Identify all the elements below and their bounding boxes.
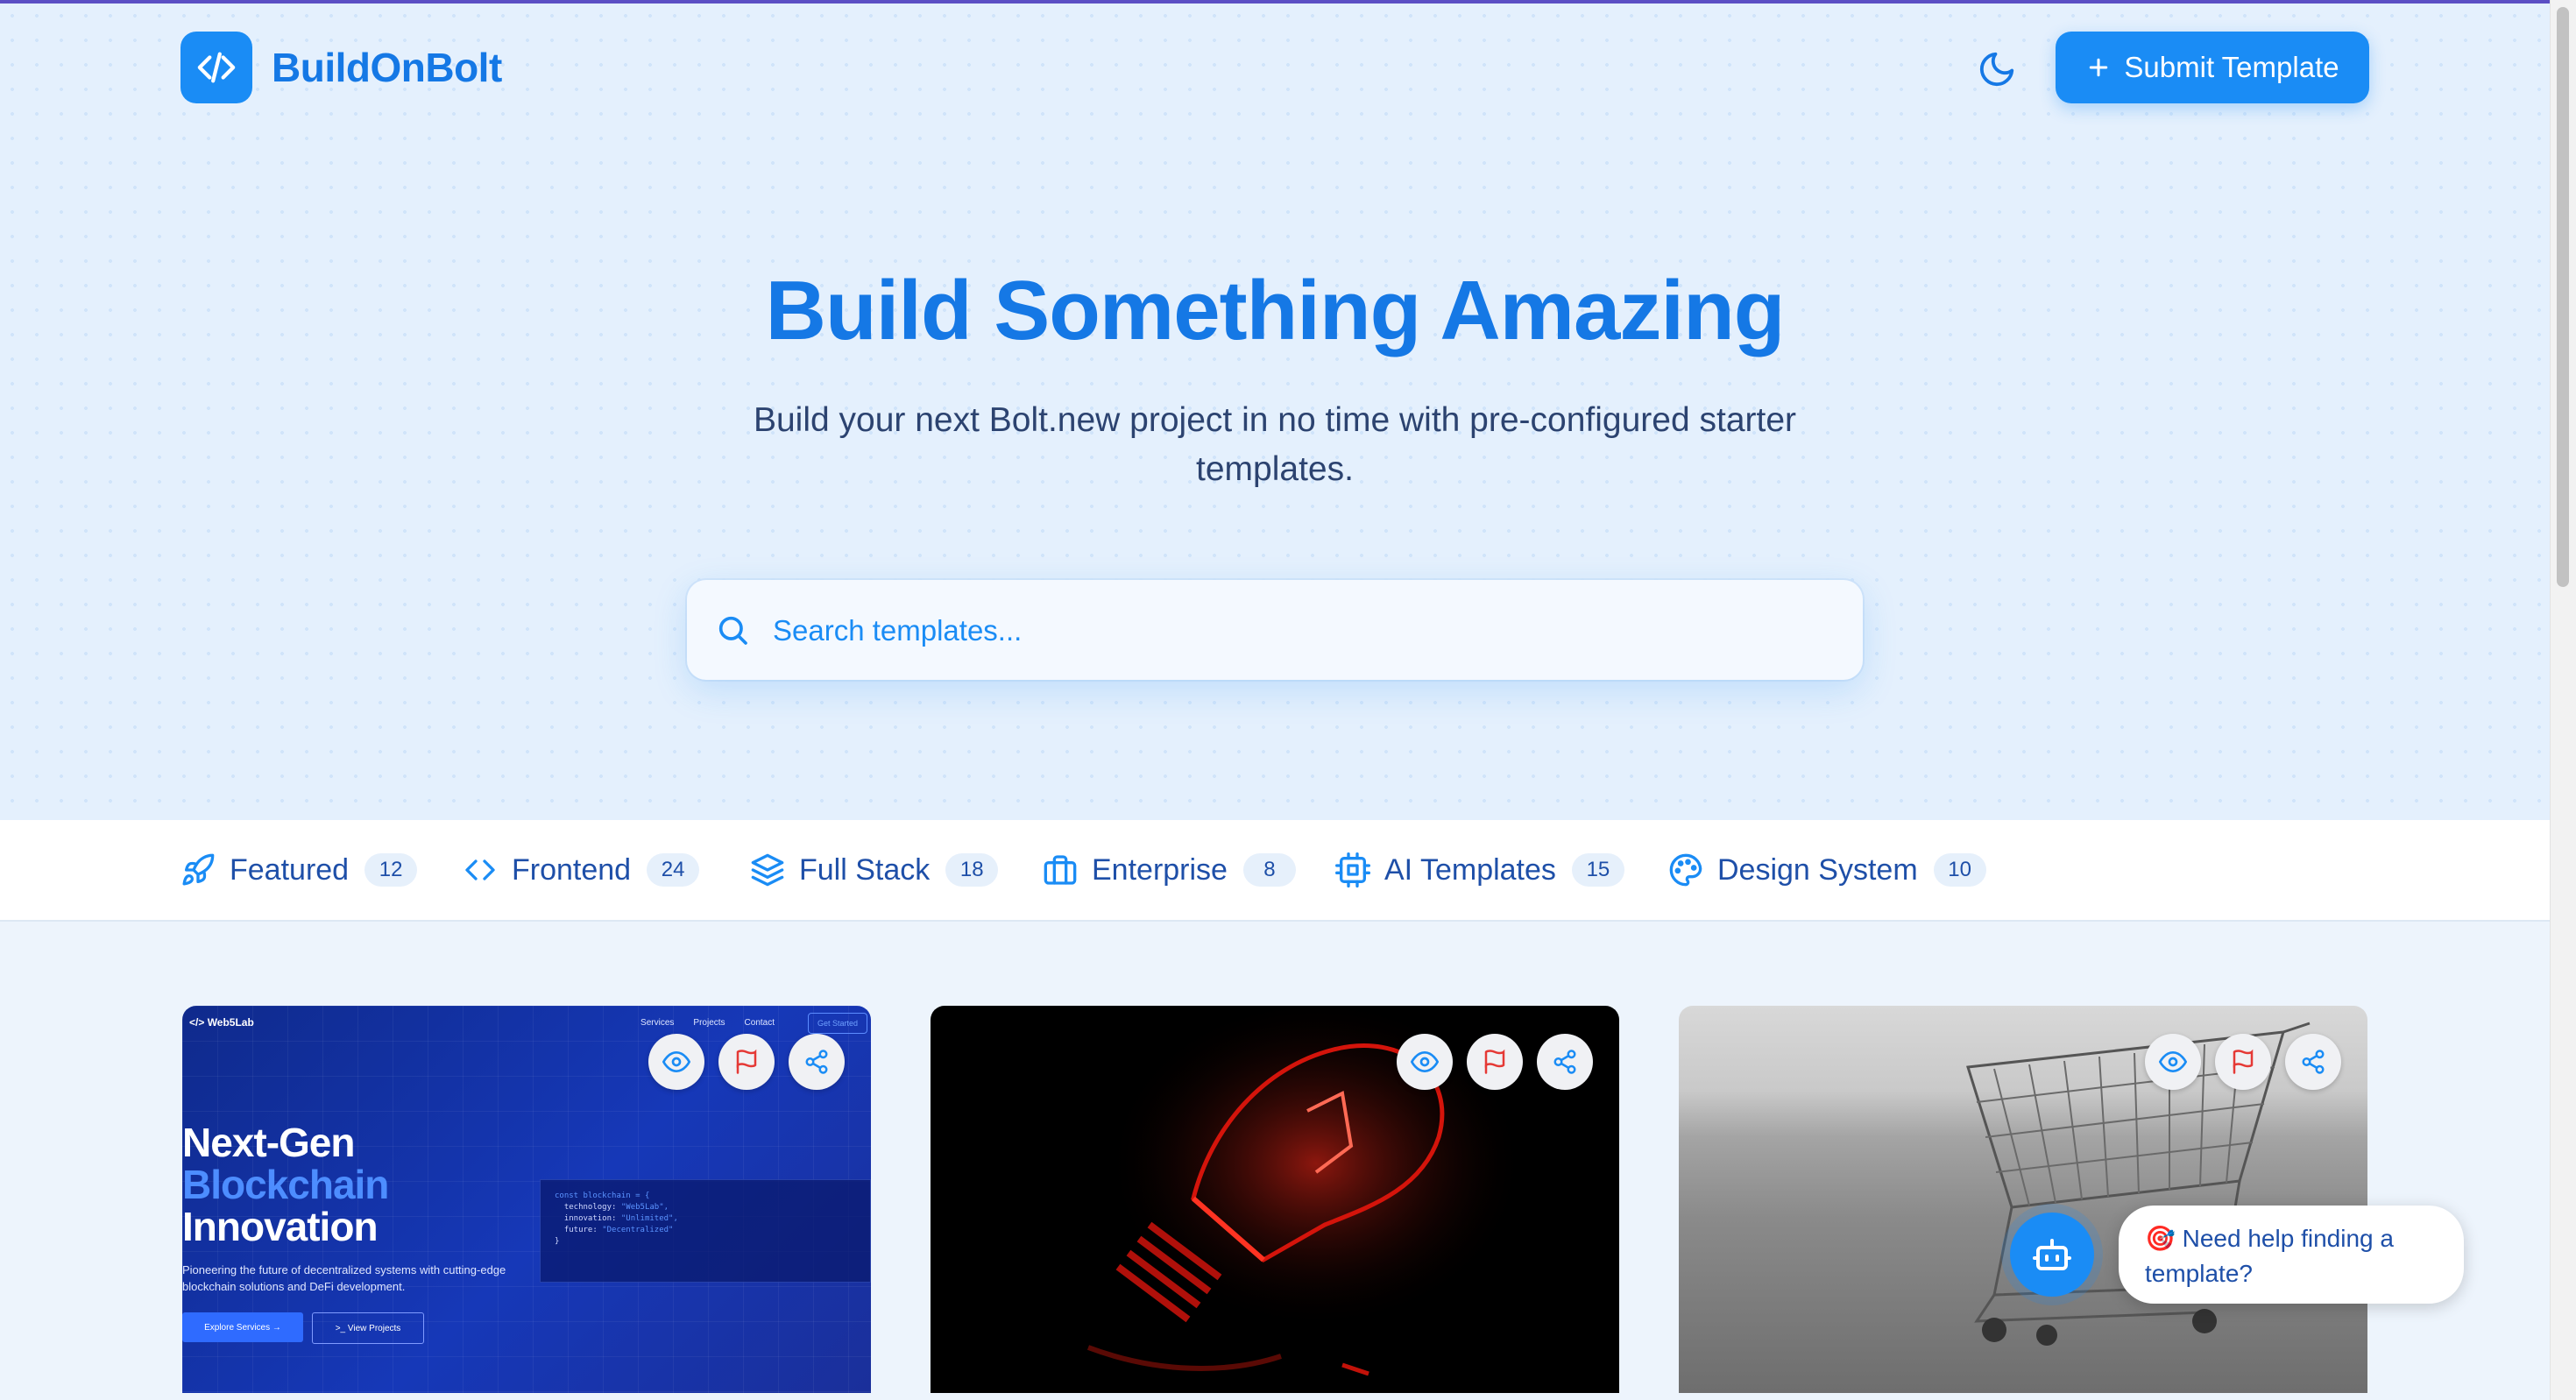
report-button[interactable] bbox=[1467, 1034, 1523, 1090]
preview-code-block: const blockchain = { technology: "Web5La… bbox=[540, 1179, 871, 1283]
card-actions bbox=[1397, 1034, 1593, 1090]
category-tab-featured[interactable]: Featured 12 bbox=[180, 850, 418, 890]
robot-icon bbox=[2033, 1239, 2071, 1270]
preview-nav-item: Services bbox=[640, 1018, 675, 1028]
rocket-icon bbox=[182, 853, 215, 886]
category-count-badge: 15 bbox=[1571, 853, 1624, 887]
share-button[interactable] bbox=[2285, 1034, 2341, 1090]
brand-name[interactable]: BuildOnBolt bbox=[272, 44, 502, 91]
preview-button[interactable] bbox=[648, 1034, 704, 1090]
share-icon bbox=[805, 1050, 828, 1074]
category-label: AI Templates bbox=[1384, 852, 1556, 887]
template-card[interactable] bbox=[1679, 1006, 2367, 1393]
preview-cta: Get Started bbox=[807, 1013, 867, 1034]
hero-subtitle: Build your next Bolt.new project in no t… bbox=[753, 401, 1797, 488]
preview-logo: </> Web5Lab bbox=[189, 1016, 254, 1029]
preview-headline: Next-Gen Blockchain Innovation bbox=[182, 1120, 389, 1249]
share-button[interactable] bbox=[1537, 1034, 1593, 1090]
category-tab-design-system[interactable]: Design System 10 bbox=[1668, 850, 1986, 890]
category-tab-full-stack[interactable]: Full Stack 18 bbox=[750, 850, 999, 890]
assistant-prompt-text: 🎯 Need help finding a template? bbox=[2145, 1225, 2394, 1287]
report-button[interactable] bbox=[2215, 1034, 2271, 1090]
category-label: Full Stack bbox=[799, 852, 931, 887]
submit-template-label: Submit Template bbox=[2124, 51, 2339, 83]
template-card[interactable] bbox=[931, 1006, 1619, 1393]
preview-nav-item: Projects bbox=[693, 1018, 725, 1028]
theme-toggle-button[interactable] bbox=[1977, 49, 2017, 89]
category-bar: Featured 12 Frontend 24 Full Stack 18 En… bbox=[0, 820, 2550, 922]
flag-icon bbox=[2233, 1049, 2254, 1074]
moon-icon bbox=[1979, 52, 2014, 87]
preview-description: Pioneering the future of decentralized s… bbox=[182, 1263, 506, 1293]
template-card[interactable]: </> Web5Lab Services Projects Contact Ge… bbox=[182, 1006, 871, 1393]
category-tab-frontend[interactable]: Frontend 24 bbox=[463, 850, 700, 890]
code-icon bbox=[197, 52, 236, 83]
share-icon bbox=[2302, 1050, 2325, 1074]
layers-icon bbox=[751, 853, 784, 887]
eye-icon bbox=[1411, 1050, 1439, 1073]
preview-button[interactable] bbox=[2145, 1034, 2201, 1090]
category-count-badge: 24 bbox=[647, 853, 700, 887]
assistant-button[interactable] bbox=[2010, 1213, 2094, 1297]
hero-title: Build Something Amazing bbox=[765, 264, 1786, 357]
share-icon bbox=[1553, 1050, 1576, 1074]
eye-icon bbox=[2159, 1050, 2187, 1073]
share-button[interactable] bbox=[789, 1034, 845, 1090]
eye-icon bbox=[662, 1050, 690, 1073]
preview-primary-button: Explore Services → bbox=[182, 1312, 303, 1342]
site-header: BuildOnBolt Submit Template bbox=[0, 4, 2550, 128]
search-bar bbox=[687, 580, 1863, 680]
plus-icon bbox=[2090, 58, 2108, 77]
category-label: Frontend bbox=[512, 852, 632, 887]
category-count-badge: 10 bbox=[1933, 853, 1986, 887]
category-count-badge: 12 bbox=[364, 853, 418, 887]
card-actions bbox=[648, 1034, 845, 1090]
flag-icon bbox=[736, 1049, 757, 1074]
briefcase-icon bbox=[1044, 855, 1077, 885]
search-input[interactable] bbox=[771, 599, 1826, 662]
assistant-prompt-bubble[interactable]: 🎯 Need help finding a template? bbox=[2119, 1206, 2464, 1304]
preview-secondary-button: >_ View Projects bbox=[312, 1312, 424, 1344]
preview-button[interactable] bbox=[1397, 1034, 1453, 1090]
cpu-icon bbox=[1335, 852, 1370, 887]
category-label: Design System bbox=[1717, 852, 1918, 887]
scrollbar-thumb[interactable] bbox=[2557, 7, 2569, 587]
category-count-badge: 8 bbox=[1242, 853, 1296, 887]
category-count-badge: 18 bbox=[945, 853, 999, 887]
logo-badge[interactable] bbox=[180, 32, 252, 103]
palette-icon bbox=[1669, 853, 1702, 887]
preview-nav: Services Projects Contact bbox=[640, 1018, 775, 1028]
submit-template-button[interactable]: Submit Template bbox=[2056, 32, 2369, 103]
category-label: Enterprise bbox=[1092, 852, 1228, 887]
category-label: Featured bbox=[230, 852, 350, 887]
category-tab-ai-templates[interactable]: AI Templates 15 bbox=[1335, 850, 1624, 890]
flag-icon bbox=[1484, 1049, 1505, 1074]
report-button[interactable] bbox=[718, 1034, 775, 1090]
card-actions bbox=[2145, 1034, 2341, 1090]
category-tab-enterprise[interactable]: Enterprise 8 bbox=[1043, 850, 1296, 890]
code-icon bbox=[465, 859, 495, 880]
preview-nav-item: Contact bbox=[744, 1018, 775, 1028]
search-icon bbox=[718, 616, 747, 645]
